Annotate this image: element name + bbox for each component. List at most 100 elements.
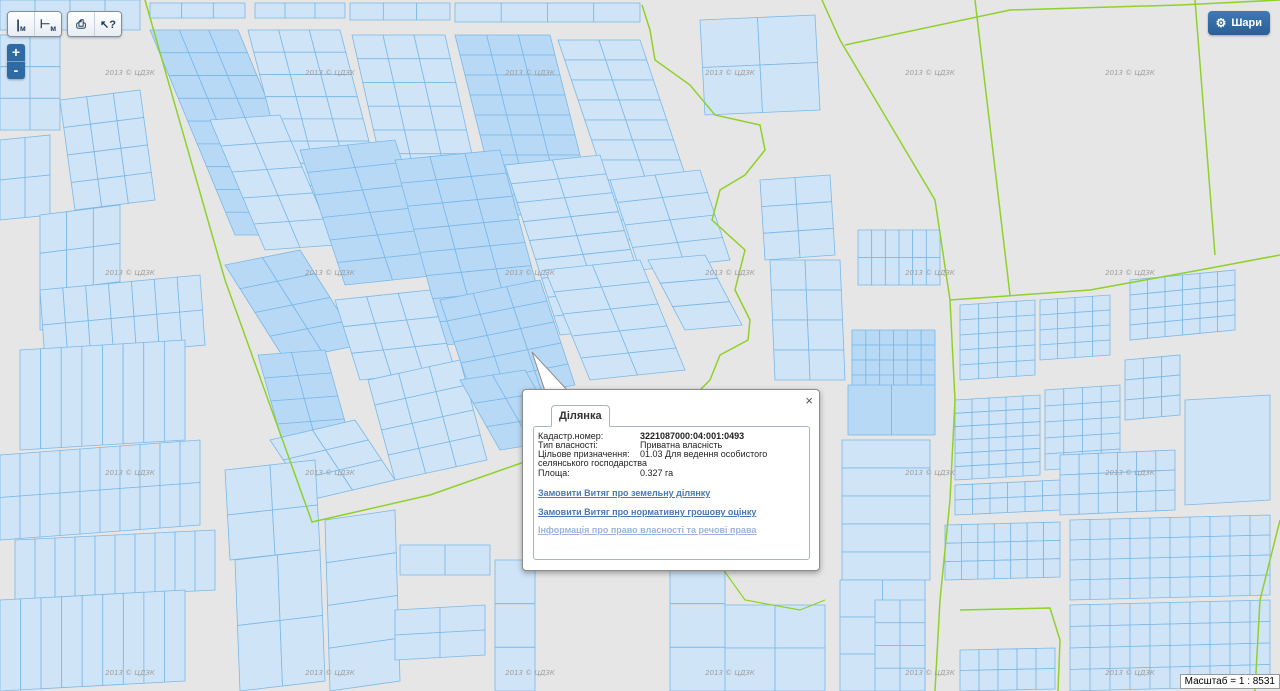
- parcel[interactable]: [1005, 408, 1024, 425]
- parcel[interactable]: [1082, 401, 1102, 420]
- parcel[interactable]: [0, 177, 26, 221]
- parcel[interactable]: [1100, 416, 1121, 435]
- parcel[interactable]: [59, 491, 81, 536]
- parcel[interactable]: [194, 529, 216, 592]
- parcel[interactable]: [989, 482, 1008, 499]
- parcel[interactable]: [542, 134, 581, 156]
- parcel[interactable]: [1147, 321, 1166, 339]
- parcel[interactable]: [1074, 310, 1093, 328]
- parcel[interactable]: [893, 344, 908, 361]
- parcel[interactable]: [1044, 420, 1065, 439]
- parcel[interactable]: [1082, 385, 1102, 404]
- parcel[interactable]: [153, 276, 181, 315]
- parcel[interactable]: [1097, 492, 1118, 514]
- parcel[interactable]: [269, 459, 318, 511]
- parcel[interactable]: [1209, 600, 1231, 624]
- parcel[interactable]: [39, 249, 68, 293]
- parcel[interactable]: [1007, 481, 1026, 498]
- parcel[interactable]: [959, 303, 980, 321]
- parcel[interactable]: [116, 117, 148, 149]
- parcel[interactable]: [912, 229, 927, 258]
- parcel[interactable]: [79, 489, 101, 535]
- parcel[interactable]: [773, 349, 811, 381]
- parcel[interactable]: [997, 330, 1017, 348]
- parcel[interactable]: [1005, 435, 1024, 451]
- parcel[interactable]: [254, 2, 286, 19]
- parcel[interactable]: [954, 498, 973, 516]
- parcel[interactable]: [164, 589, 186, 683]
- parcel[interactable]: [977, 559, 995, 580]
- parcel[interactable]: [1063, 419, 1083, 438]
- parcel[interactable]: [871, 257, 886, 286]
- parcel[interactable]: [978, 302, 998, 320]
- parcel[interactable]: [1022, 421, 1041, 437]
- parcel[interactable]: [1184, 394, 1271, 506]
- parcel[interactable]: [39, 450, 61, 495]
- parcel[interactable]: [977, 523, 995, 543]
- parcel[interactable]: [879, 359, 894, 376]
- parcel[interactable]: [139, 442, 161, 488]
- parcel[interactable]: [959, 649, 980, 671]
- parcel[interactable]: [1149, 645, 1171, 668]
- parcel[interactable]: [14, 538, 36, 601]
- parcel[interactable]: [1039, 343, 1058, 361]
- parcel[interactable]: [1100, 432, 1121, 451]
- parcel[interactable]: [724, 604, 776, 649]
- parcel[interactable]: [439, 629, 486, 658]
- parcel[interactable]: [122, 342, 145, 445]
- parcel[interactable]: [394, 632, 441, 661]
- parcel[interactable]: [1217, 314, 1236, 333]
- parcel[interactable]: [290, 349, 332, 376]
- parcel[interactable]: [1209, 535, 1231, 557]
- parcel[interactable]: [841, 495, 931, 525]
- parcel[interactable]: [1229, 621, 1251, 645]
- parcel[interactable]: [79, 447, 101, 492]
- parcel[interactable]: [454, 2, 502, 23]
- parcel[interactable]: [1109, 578, 1131, 600]
- parcel[interactable]: [1089, 518, 1111, 540]
- parcel[interactable]: [954, 398, 973, 414]
- parcel[interactable]: [978, 332, 998, 350]
- parcel[interactable]: [272, 504, 321, 556]
- print-button[interactable]: ⎙: [68, 12, 95, 36]
- parcel[interactable]: [1182, 287, 1201, 306]
- parcel[interactable]: [67, 151, 99, 183]
- parcel[interactable]: [1069, 625, 1091, 649]
- parcel[interactable]: [0, 97, 31, 131]
- parcel[interactable]: [81, 344, 103, 447]
- parcel[interactable]: [1089, 578, 1111, 600]
- parcel[interactable]: [303, 395, 345, 422]
- parcel[interactable]: [1149, 557, 1171, 579]
- parcel[interactable]: [971, 437, 990, 453]
- layers-button[interactable]: ⚙ Шари: [1207, 11, 1270, 35]
- parcel[interactable]: [611, 79, 661, 101]
- parcel[interactable]: [1043, 558, 1061, 578]
- parcel[interactable]: [1044, 388, 1065, 407]
- parcel[interactable]: [1249, 642, 1271, 666]
- parcel[interactable]: [1078, 452, 1099, 475]
- parcel[interactable]: [425, 271, 469, 300]
- parcel[interactable]: [284, 2, 316, 19]
- parcel[interactable]: [1089, 646, 1111, 670]
- parcel[interactable]: [1026, 558, 1044, 579]
- parcel[interactable]: [1155, 489, 1176, 512]
- parcel[interactable]: [1229, 515, 1251, 537]
- parcel[interactable]: [978, 648, 999, 671]
- parcel[interactable]: [119, 486, 141, 532]
- parcel[interactable]: [1189, 516, 1211, 538]
- parcel[interactable]: [1015, 314, 1036, 332]
- parcel[interactable]: [893, 359, 908, 376]
- parcel[interactable]: [920, 344, 936, 361]
- parcel[interactable]: [1059, 453, 1080, 476]
- parcel[interactable]: [1169, 644, 1191, 668]
- parcel[interactable]: [959, 348, 980, 366]
- parcel[interactable]: [419, 248, 462, 277]
- parcel[interactable]: [102, 343, 124, 446]
- parcel[interactable]: [1129, 292, 1148, 311]
- parcel[interactable]: [253, 51, 291, 75]
- parcel[interactable]: [1109, 538, 1131, 560]
- parcel[interactable]: [234, 554, 281, 626]
- parcel[interactable]: [418, 58, 457, 83]
- order-parcel-extract-link[interactable]: Замовити Витяг про земельну ділянку: [538, 488, 710, 498]
- parcel[interactable]: [39, 492, 61, 538]
